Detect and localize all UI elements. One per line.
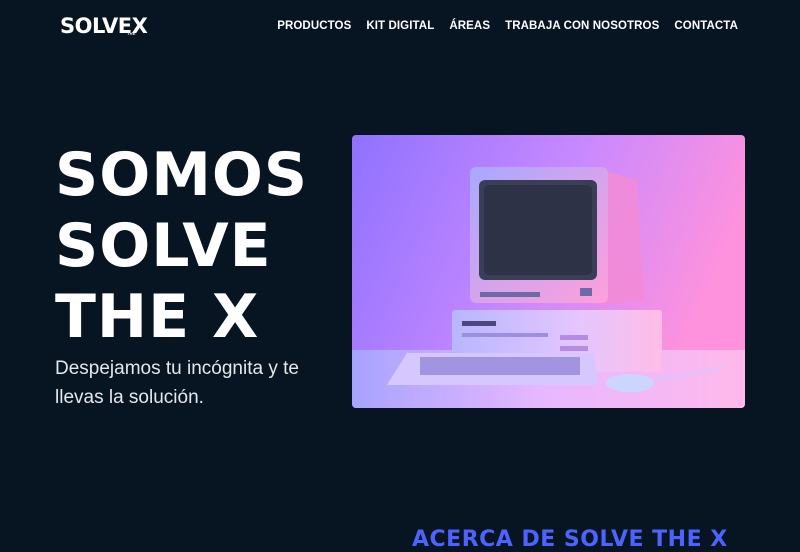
- hero-title-line: SOLVE: [55, 211, 272, 281]
- hero-title-line: SOMOS: [55, 140, 309, 210]
- hero-title-line: THE X: [55, 282, 260, 352]
- about-heading: ACERCA DE SOLVE THE X: [412, 527, 728, 552]
- retro-computer-illustration: [352, 135, 745, 408]
- nav-item-productos[interactable]: PRODUCTOS: [277, 18, 351, 34]
- nav-item-areas[interactable]: ÁREAS: [449, 18, 490, 34]
- nav-item-contacta[interactable]: CONTACTA: [674, 18, 738, 34]
- site-logo[interactable]: SOLVEX THE: [60, 14, 148, 38]
- hero-image: [352, 135, 745, 408]
- hero-title: SOMOS SOLVE THE X: [55, 140, 335, 353]
- hero-subtitle: Despejamos tu incógnita y te llevas la s…: [55, 358, 299, 408]
- nav-item-kit-digital[interactable]: KIT DIGITAL: [366, 18, 434, 34]
- main-nav: PRODUCTOS KIT DIGITAL ÁREAS TRABAJA CON …: [277, 18, 738, 34]
- nav-item-trabaja-con-nosotros[interactable]: TRABAJA CON NOSOTROS: [505, 18, 659, 34]
- site-header: SOLVEX THE PRODUCTOS KIT DIGITAL ÁREAS T…: [0, 0, 800, 52]
- logo-subtext: THE: [127, 31, 136, 36]
